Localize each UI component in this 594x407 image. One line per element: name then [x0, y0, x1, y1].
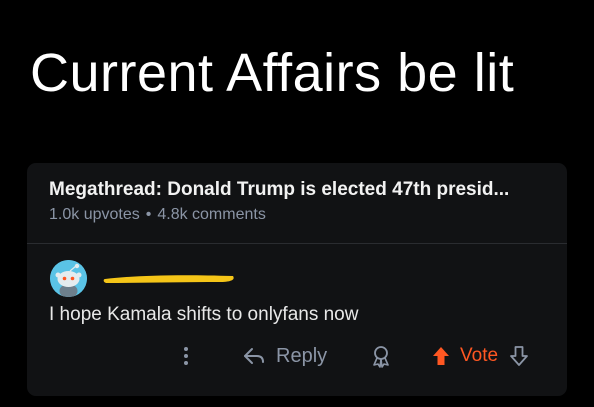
comment-actions: Reply Vote [27, 338, 567, 374]
avatar[interactable] [50, 260, 87, 297]
more-options-button[interactable] [178, 342, 194, 370]
upvote-count: 1.0k upvotes [49, 206, 140, 223]
reply-arrow-icon [244, 348, 264, 364]
reply-button[interactable]: Reply [242, 342, 327, 370]
award-button[interactable] [369, 342, 393, 370]
post-meta: 1.0k upvotes • 4.8k comments [49, 205, 266, 225]
downvote-arrow-icon[interactable] [508, 344, 530, 368]
meme-caption: Current Affairs be lit [30, 43, 515, 103]
post-title[interactable]: Megathread: Donald Trump is elected 47th… [49, 178, 549, 202]
vote-label: Vote [460, 345, 499, 366]
more-vertical-icon [184, 347, 188, 365]
vote-control: Vote [430, 342, 530, 370]
comment-count: 4.8k comments [157, 206, 266, 223]
reply-label: Reply [276, 344, 328, 367]
comment-card: Megathread: Donald Trump is elected 47th… [27, 163, 567, 396]
redacted-username [103, 275, 234, 283]
upvote-arrow-icon[interactable] [430, 344, 452, 368]
comment-body: I hope Kamala shifts to onlyfans now [49, 304, 359, 325]
meta-separator: • [145, 206, 152, 223]
snoo-avatar-icon [50, 260, 87, 297]
post-header[interactable]: Megathread: Donald Trump is elected 47th… [27, 163, 567, 244]
award-icon [373, 346, 389, 368]
